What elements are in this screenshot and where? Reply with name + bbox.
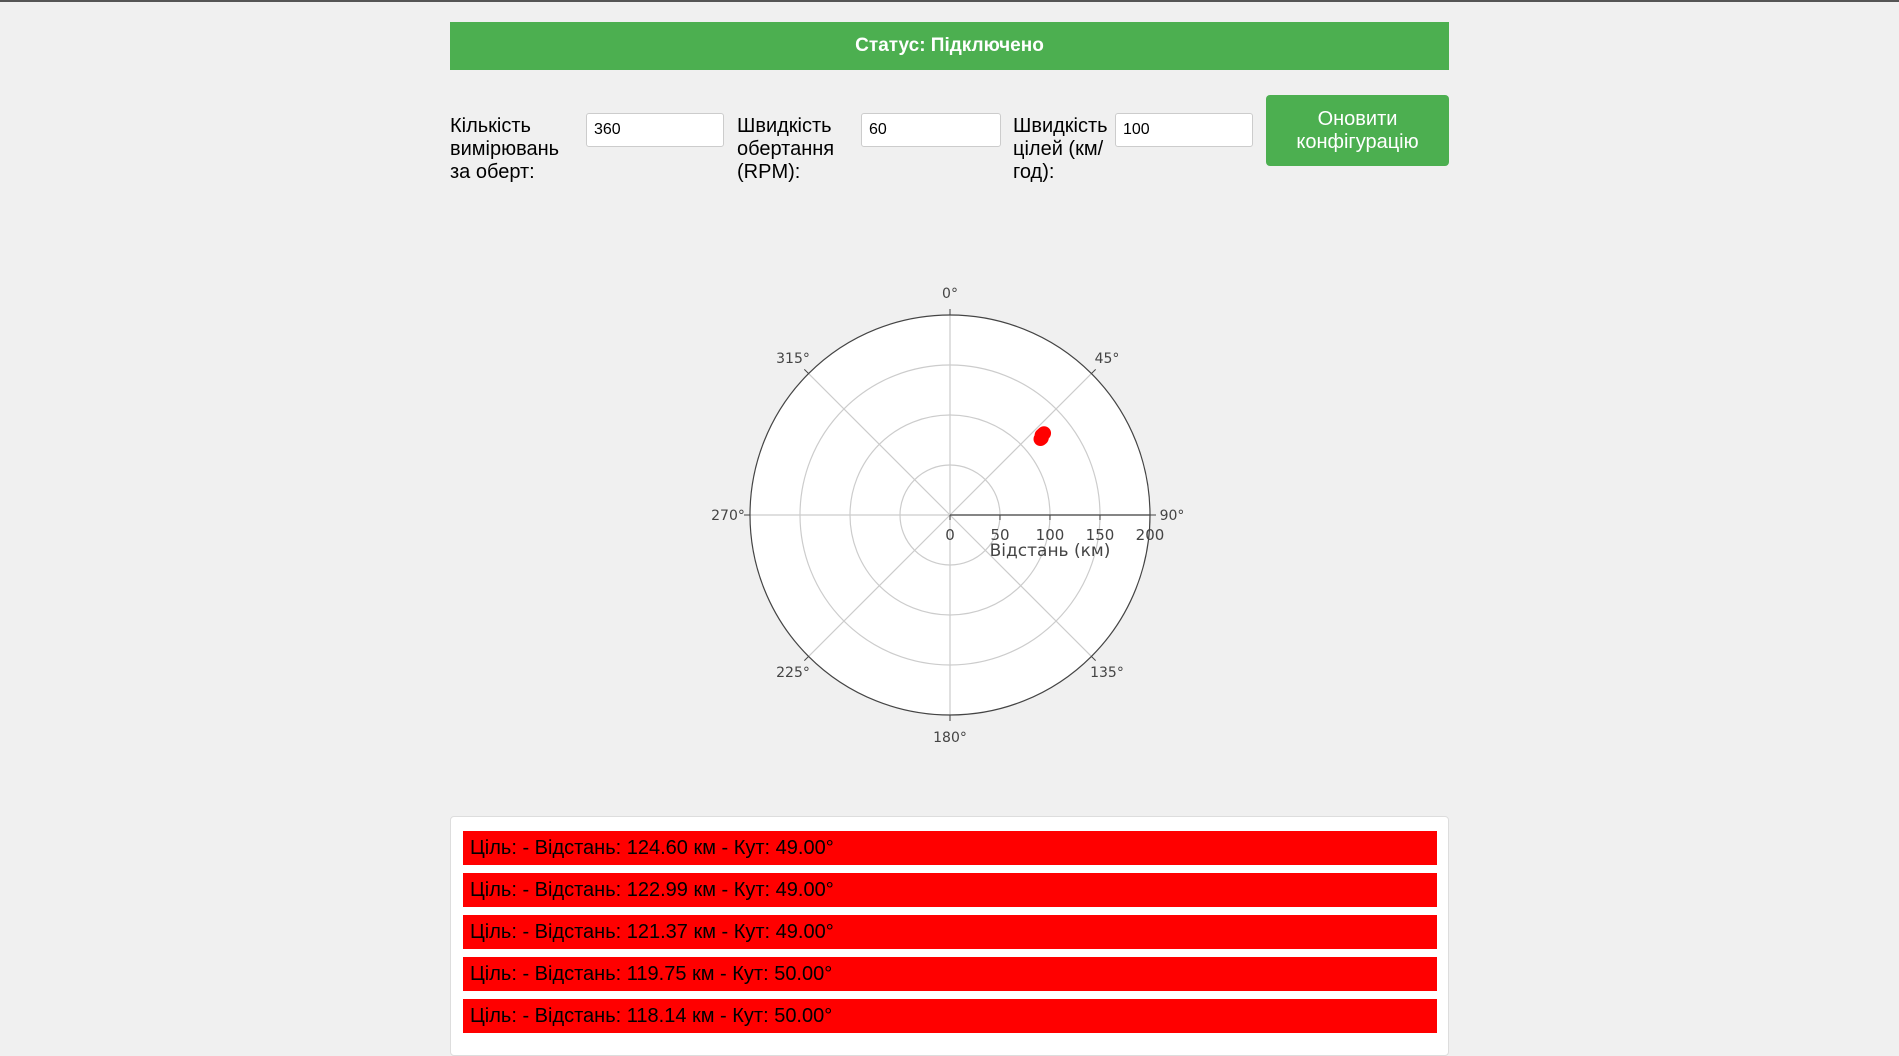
angular-tick [803,368,809,374]
target-list-item: Ціль: - Відстань: 122.99 км - Кут: 49.00… [463,873,1437,907]
angular-tick [1091,368,1097,374]
angular-tick-label: 135° [1090,665,1124,681]
main-container: Статус: Підключено Кількість вимірювань … [450,22,1449,183]
angular-tick-label: 45° [1095,351,1120,367]
measurements-input[interactable] [586,113,724,147]
target-speed-input[interactable] [1115,113,1253,147]
angular-tick-label: 270° [711,508,745,524]
target-marker [1033,432,1048,447]
config-form: Кількість вимірювань за оберт: Швидкість… [450,95,1449,183]
radial-axis-title: Відстань (км) [990,541,1111,561]
radial-tick-label: 200 [1136,526,1165,544]
measurements-label: Кількість вимірювань за оберт: [450,115,560,183]
rpm-input[interactable] [861,113,1001,147]
radial-tick-label: 0 [945,526,955,544]
status-bar: Статус: Підключено [450,22,1449,70]
polar-chart-svg: 0°45°90°135°180°225°270°315°0 50 100 150 200… [711,286,1185,746]
status-text: Статус: Підключено [855,35,1044,56]
target-list-item: Ціль: - Відстань: 124.60 км - Кут: 49.00… [463,831,1437,865]
angular-tick [1091,656,1097,662]
rpm-label: Швидкість обертання (RPM): [737,115,835,183]
angular-tick-label: 90° [1160,508,1185,524]
angular-tick-label: 315° [776,351,810,367]
angular-tick-label: 0° [942,286,958,302]
update-config-button[interactable]: Оновити конфігурацію [1266,95,1449,166]
target-list-item: Ціль: - Відстань: 121.37 км - Кут: 49.00… [463,915,1437,949]
target-list-item: Ціль: - Відстань: 118.14 км - Кут: 50.00… [463,999,1437,1033]
target-list-item: Ціль: - Відстань: 119.75 км - Кут: 50.00… [463,957,1437,991]
angular-tick [803,656,809,662]
angular-tick-label: 225° [776,665,810,681]
polar-chart: 0° 45° 90° 135° 180° 225° 270° 315° 0 50 100 150 200… [680,277,1220,757]
target-speed-label: Швидкість цілей (км/год): [1013,115,1108,183]
target-list: Ціль: - Відстань: 124.60 км - Кут: 49.00… [450,816,1449,1056]
angular-tick-label: 180° [933,730,967,746]
